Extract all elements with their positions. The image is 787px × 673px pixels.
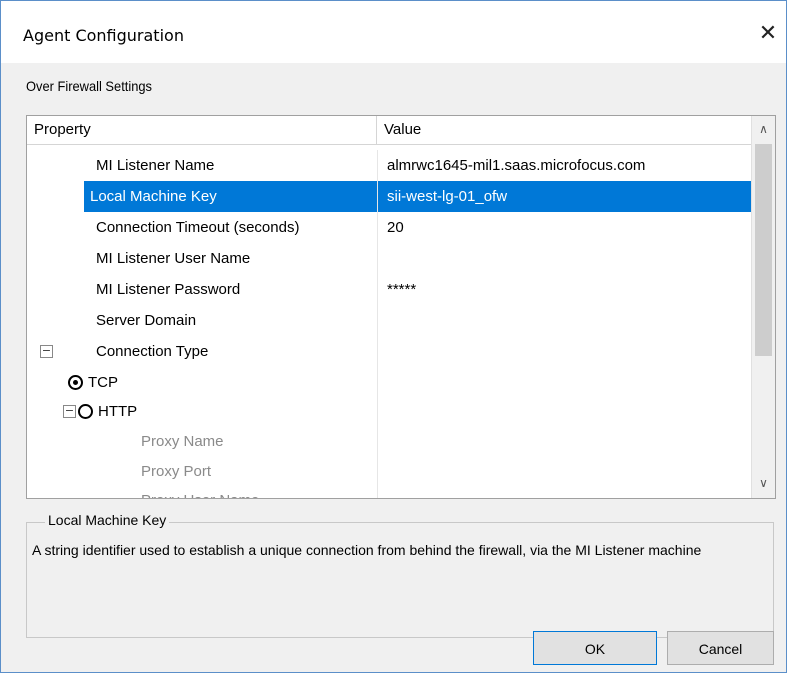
title-bar: Agent Configuration ✕ [1,1,786,63]
grid-row-connection-timeout[interactable]: Connection Timeout (seconds) 20 [27,212,751,243]
property-value[interactable]: almrwc1645-mil1.saas.microfocus.com [377,150,751,181]
property-name: Server Domain [96,312,197,329]
close-icon[interactable]: ✕ [753,19,783,49]
grid-row-mi-listener-user-name[interactable]: MI Listener User Name [27,243,751,274]
property-name: MI Listener Name [96,157,215,174]
grid-row-proxy-name[interactable]: Proxy Name [27,426,751,457]
property-value [377,336,751,367]
grid-row-http[interactable]: − HTTP [27,396,751,427]
property-grid: Property Value MI Listener Name almrwc16… [26,115,776,499]
grid-row-tcp[interactable]: TCP [27,367,751,398]
property-value[interactable] [377,456,751,487]
scrollbar-thumb[interactable] [755,144,772,356]
property-name: Local Machine Key [84,181,377,212]
grid-row-server-domain[interactable]: Server Domain [27,305,751,336]
description-title: Local Machine Key [45,512,170,528]
property-name: MI Listener User Name [96,250,251,267]
property-value[interactable] [377,243,751,274]
column-header-property[interactable]: Property [27,116,377,144]
option-label: HTTP [98,403,138,420]
property-value[interactable] [377,485,751,498]
grid-row-local-machine-key[interactable]: Local Machine Key sii-west-lg-01_ofw [27,181,751,212]
ok-button[interactable]: OK [533,631,657,665]
grid-row-connection-type[interactable]: − Connection Type [27,336,751,367]
property-value[interactable]: ***** [377,274,751,305]
section-label: Over Firewall Settings [26,78,152,94]
scroll-down-icon[interactable]: ∨ [752,472,775,495]
property-value [377,396,751,427]
cancel-button[interactable]: Cancel [667,631,774,665]
grid-header: Property Value [27,116,751,145]
column-header-value[interactable]: Value [377,116,751,144]
property-name: MI Listener Password [96,281,241,298]
property-value [377,367,751,398]
property-name: Proxy Name [141,433,224,450]
property-name: Proxy Port [141,463,212,480]
property-name: Connection Timeout (seconds) [96,219,300,236]
property-value[interactable] [377,305,751,336]
option-label: TCP [88,374,118,391]
agent-configuration-dialog: Agent Configuration ✕ Over Firewall Sett… [0,0,787,673]
grid-row-proxy-user-name[interactable]: Proxy User Name [27,485,751,498]
property-name: Connection Type [96,343,209,360]
collapse-icon[interactable]: − [40,345,53,358]
radio-unselected-icon[interactable] [78,404,93,419]
property-value[interactable]: 20 [377,212,751,243]
radio-selected-icon[interactable] [68,375,83,390]
property-value[interactable]: sii-west-lg-01_ofw [377,181,751,212]
grid-row-proxy-port[interactable]: Proxy Port [27,456,751,487]
description-groupbox: Local Machine Key A string identifier us… [26,512,774,638]
grid-row-mi-listener-name[interactable]: MI Listener Name almrwc1645-mil1.saas.mi… [27,150,751,181]
description-text: A string identifier used to establish a … [32,542,702,558]
vertical-scrollbar[interactable]: ∧ ∨ [751,116,775,498]
scroll-up-icon[interactable]: ∧ [752,118,775,141]
collapse-icon[interactable]: − [63,405,76,418]
window-title: Agent Configuration [23,26,184,45]
property-name: Proxy User Name [141,485,259,498]
property-value[interactable] [377,426,751,457]
grid-row-mi-listener-password[interactable]: MI Listener Password ***** [27,274,751,305]
